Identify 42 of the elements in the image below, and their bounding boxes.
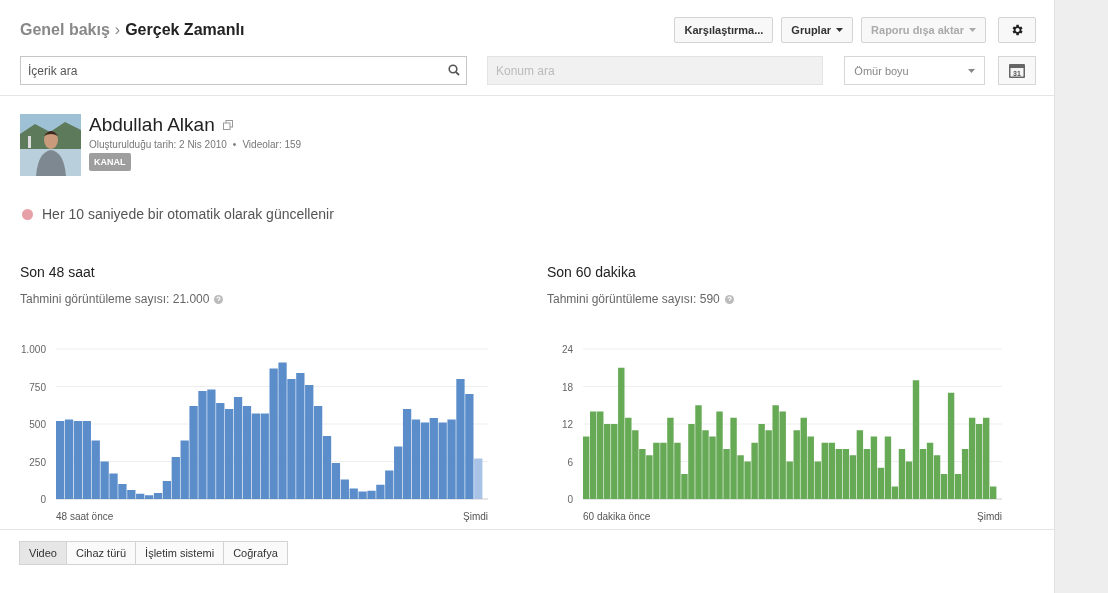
chart-subtitle: Tahmini görüntüleme sayısı: 590 bbox=[547, 292, 720, 306]
content-search-field[interactable]: İçerik ara bbox=[20, 56, 467, 85]
tab[interactable]: İşletim sistemi bbox=[135, 541, 225, 565]
axis-tick-label: 1.000 bbox=[20, 344, 46, 355]
axis-tick-label: 250 bbox=[29, 456, 46, 468]
page-title: Gerçek Zamanlı bbox=[125, 21, 245, 39]
axis-tick-label: 6 bbox=[567, 456, 573, 468]
channel-badge: KANAL bbox=[89, 153, 131, 171]
chart-title: Son 60 dakika bbox=[547, 264, 637, 280]
axis-tick-label: 0 bbox=[567, 494, 573, 505]
caret-icon bbox=[968, 68, 976, 73]
axis-tick-label: 750 bbox=[29, 381, 46, 393]
meta-separator: • bbox=[232, 139, 237, 150]
axis-tick-label: 18 bbox=[561, 381, 573, 393]
channel-name: Abdullah Alkan bbox=[89, 114, 215, 136]
axis-tick-label: 0 bbox=[40, 494, 46, 505]
period-dropdown[interactable]: Ömür boyu bbox=[844, 56, 986, 85]
axis-tick-label: 12 bbox=[561, 419, 573, 430]
axis-end-label: Şimdi bbox=[463, 511, 488, 522]
settings-button[interactable] bbox=[998, 17, 1036, 43]
breadcrumb-separator: › bbox=[114, 21, 121, 39]
axis-start-label: 48 saat önce bbox=[56, 511, 114, 522]
tab[interactable]: Cihaz türü bbox=[65, 541, 137, 565]
external-link-icon[interactable] bbox=[222, 120, 233, 130]
chart-title: Son 48 saat bbox=[20, 264, 96, 280]
axis-end-label: Şimdi bbox=[977, 511, 1002, 522]
video-count: Videolar: 159 bbox=[242, 139, 302, 150]
breadcrumb-link[interactable]: Genel bakış bbox=[20, 21, 110, 39]
axis-start-label: 60 dakika önce bbox=[583, 511, 651, 522]
tab[interactable]: Coğrafya bbox=[223, 541, 288, 565]
toolbar-button[interactable]: Karşılaştırma... bbox=[674, 17, 774, 43]
chart-subtitle: Tahmini görüntüleme sayısı: 21.000 bbox=[20, 292, 210, 306]
help-icon[interactable] bbox=[214, 294, 224, 304]
update-notice: Her 10 saniyede bir otomatik olarak güncellenir bbox=[42, 206, 334, 222]
toolbar-button[interactable]: Gruplar bbox=[781, 17, 854, 43]
help-icon[interactable] bbox=[724, 294, 734, 304]
tab[interactable]: Video bbox=[19, 541, 67, 565]
axis-tick-label: 500 bbox=[29, 419, 46, 430]
created-date: Oluşturulduğu tarih: 2 Nis 2010 bbox=[89, 139, 227, 150]
axis-tick-label: 24 bbox=[561, 344, 573, 355]
search-icon bbox=[448, 64, 460, 76]
settings-icon bbox=[1010, 23, 1024, 37]
